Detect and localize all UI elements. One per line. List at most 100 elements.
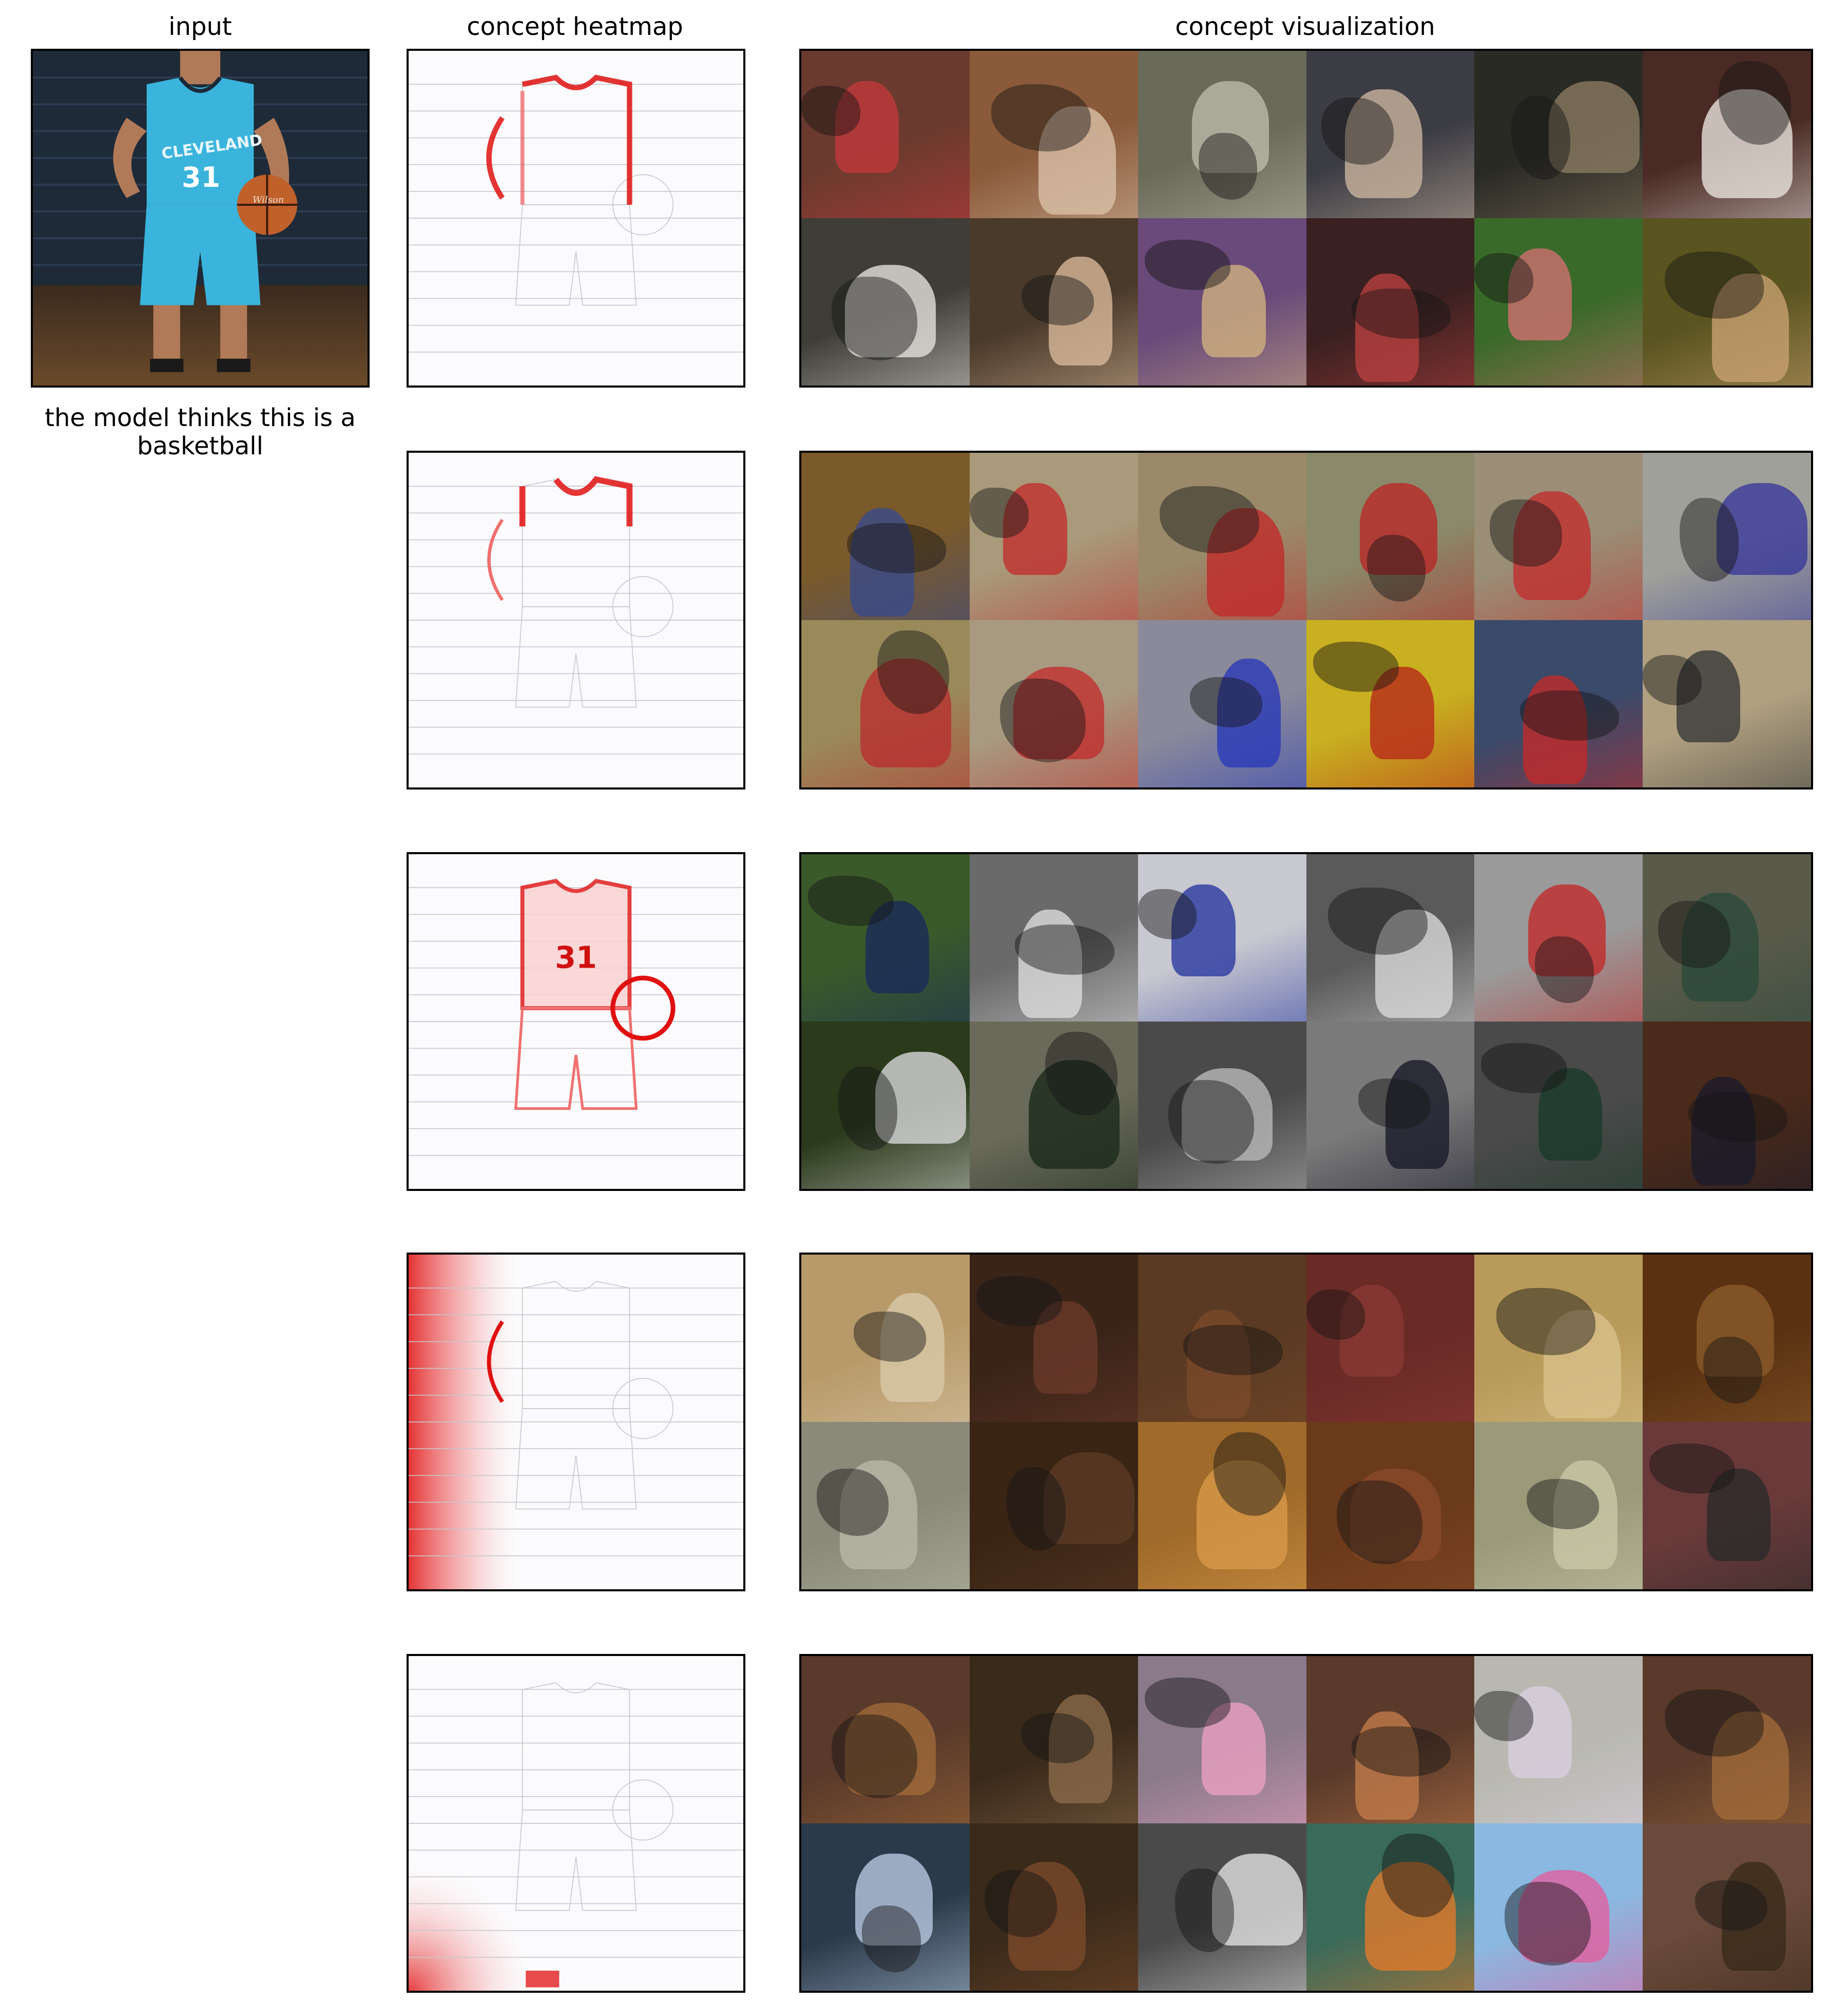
- tile-mask: [1505, 1882, 1591, 1966]
- concept-grid: [801, 1255, 1811, 1589]
- tile-mask: [1336, 1480, 1422, 1565]
- concept-tile: [969, 51, 1138, 218]
- concept-grid: [801, 453, 1811, 787]
- concept-tile: [801, 1656, 970, 1823]
- heatmap-column-title: concept heatmap: [467, 12, 683, 41]
- concept-tile: [1643, 1656, 1811, 1823]
- tile-mask: [1649, 1443, 1736, 1494]
- tile-mask: [1313, 642, 1399, 692]
- concept-tile: [1306, 1422, 1475, 1589]
- concept-heatmap-5: [407, 1654, 745, 1993]
- concept-tile: [1138, 1255, 1306, 1422]
- concept-tile: [1138, 218, 1306, 386]
- concept-tile: [969, 1422, 1138, 1589]
- concept-grid: [801, 854, 1811, 1189]
- concept-grid: [801, 51, 1811, 386]
- concept-tile: [1643, 1255, 1811, 1422]
- concept-tile: [1306, 1656, 1475, 1823]
- concept-tile: [969, 218, 1138, 386]
- tile-mask: [1321, 98, 1394, 165]
- concept-tile: [1306, 1823, 1475, 1991]
- tile-mask: [808, 876, 894, 927]
- tile-mask: [1168, 1080, 1254, 1164]
- concept-tile: [1643, 1022, 1811, 1189]
- concept-visualization-3: [799, 852, 1813, 1191]
- concept-tile: [1643, 51, 1811, 218]
- concept-visualization-5: [799, 1654, 1813, 1993]
- concept-heatmap-3: 31: [407, 852, 745, 1191]
- tile-mask: [1144, 1678, 1230, 1728]
- tile-mask: [1664, 252, 1764, 319]
- tile-mask: [838, 1067, 897, 1151]
- player-photo: [33, 51, 368, 386]
- tile-mask: [969, 488, 1029, 538]
- tile-mask: [999, 679, 1086, 763]
- concept-tile: [1643, 218, 1811, 386]
- concept-tile: [1306, 1255, 1475, 1422]
- concept-grid: [801, 1656, 1811, 1991]
- visualization-column-title: concept visualization: [1175, 12, 1435, 41]
- tile-mask: [1306, 1289, 1365, 1340]
- concept-tile: [1643, 1422, 1811, 1589]
- concept-tile: [1474, 1255, 1643, 1422]
- tile-mask: [1160, 486, 1259, 553]
- concept-tile: [969, 854, 1138, 1022]
- concept-tile: [1138, 1823, 1306, 1991]
- concept-tile: [1138, 1022, 1306, 1189]
- prediction-caption: the model thinks this is a basketball: [45, 403, 356, 460]
- concept-tile: [1474, 1656, 1643, 1823]
- svg-text:31: 31: [555, 940, 597, 975]
- tile-mask: [1474, 253, 1534, 304]
- concept-tile: [1474, 453, 1643, 620]
- concept-tile: [801, 1022, 970, 1189]
- tile-mask: [991, 84, 1091, 151]
- concept-tile: [801, 453, 970, 620]
- concept-tile: [1306, 854, 1475, 1022]
- tile-mask: [1489, 499, 1562, 567]
- concept-tile: [1306, 51, 1475, 218]
- concept-tile: [1643, 453, 1811, 620]
- concept-tile: [1306, 620, 1475, 787]
- concept-tile: [969, 620, 1138, 787]
- tile-mask: [985, 1870, 1057, 1937]
- tile-mask: [1328, 888, 1428, 955]
- concept-tile: [801, 51, 970, 218]
- concept-tile: [969, 1022, 1138, 1189]
- concept-tile: [1306, 218, 1475, 386]
- tile-mask: [976, 1276, 1063, 1327]
- concept-tile: [969, 1656, 1138, 1823]
- tile-mask: [1526, 1478, 1599, 1529]
- tile-mask: [862, 1905, 921, 1973]
- tile-mask: [853, 1311, 926, 1362]
- concept-tile: [1306, 453, 1475, 620]
- concept-tile: [1138, 620, 1306, 787]
- tile-mask: [1481, 1043, 1567, 1094]
- concept-tile: [801, 854, 970, 1022]
- concept-tile: [801, 620, 970, 787]
- concept-tile: [1643, 620, 1811, 787]
- concept-tile: [1138, 453, 1306, 620]
- concept-tile: [801, 218, 970, 386]
- concept-tile: [1138, 1656, 1306, 1823]
- input-image: CLEVELAND 31 Wilson: [31, 49, 370, 388]
- concept-heatmap-2: [407, 451, 745, 790]
- concept-tile: [801, 1255, 970, 1422]
- tile-mask: [801, 86, 860, 137]
- concept-tile: [1138, 51, 1306, 218]
- concept-visualization-4: [799, 1253, 1813, 1591]
- concept-tile: [1643, 854, 1811, 1022]
- jersey-number: 31: [182, 161, 221, 194]
- concept-tile: [1474, 1022, 1643, 1189]
- input-column-title: input: [168, 12, 232, 41]
- concept-tile: [801, 1823, 970, 1991]
- tile-mask: [1658, 901, 1730, 968]
- tile-mask: [816, 1469, 889, 1536]
- tile-mask: [1664, 1689, 1764, 1757]
- tile-mask: [1358, 1078, 1431, 1129]
- concept-tile: [1306, 1022, 1475, 1189]
- concept-tile: [1474, 1422, 1643, 1589]
- concept-tile: [1138, 854, 1306, 1022]
- concept-visualization-1: [799, 49, 1813, 388]
- tile-mask: [1175, 1869, 1234, 1953]
- concept-tile: [801, 1422, 970, 1589]
